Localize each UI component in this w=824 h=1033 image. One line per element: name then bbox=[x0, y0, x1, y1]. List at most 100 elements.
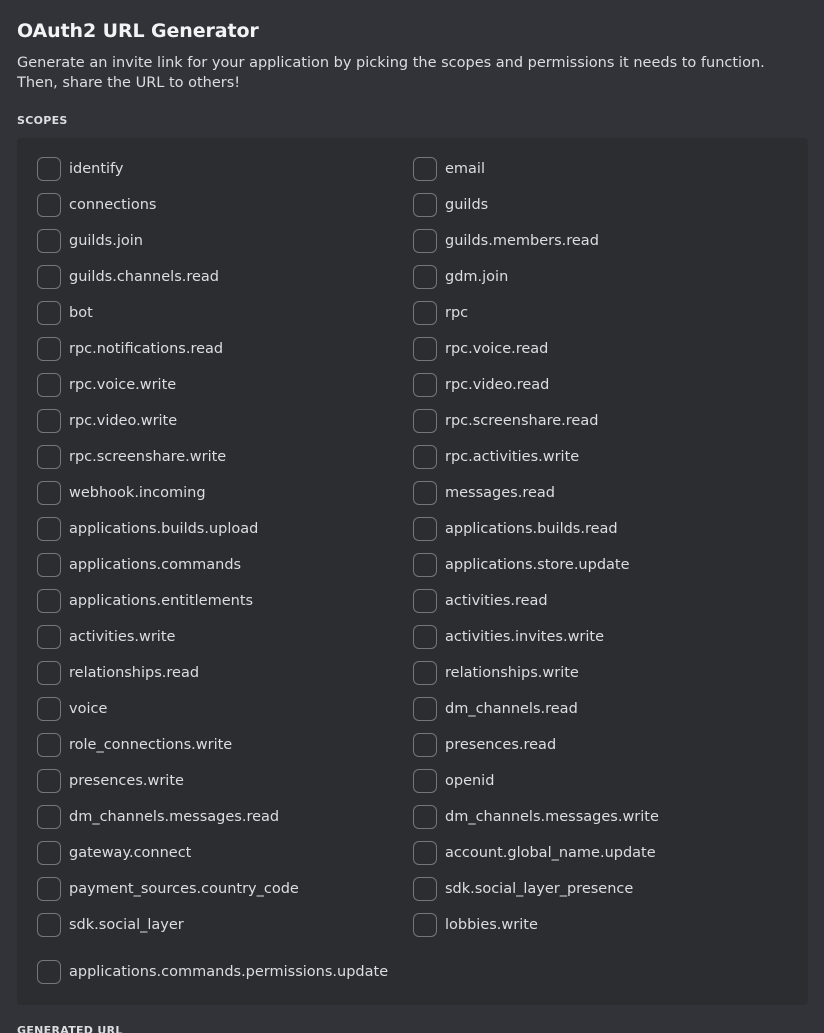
scope-checkbox[interactable] bbox=[413, 625, 437, 649]
scope-item-gateway-connect[interactable]: gateway.connect bbox=[37, 841, 191, 865]
scope-label: rpc.voice.write bbox=[69, 377, 177, 393]
scope-checkbox[interactable] bbox=[37, 445, 61, 469]
scope-checkbox[interactable] bbox=[37, 193, 61, 217]
scope-item-webhook-incoming[interactable]: webhook.incoming bbox=[37, 481, 206, 505]
scope-item-dm-channels-read[interactable]: dm_channels.read bbox=[413, 697, 578, 721]
scope-checkbox[interactable] bbox=[37, 877, 61, 901]
scope-checkbox[interactable] bbox=[37, 769, 61, 793]
scope-item-applications-commands[interactable]: applications.commands bbox=[37, 553, 241, 577]
scope-item-voice[interactable]: voice bbox=[37, 697, 107, 721]
scope-item-rpc-notifications-read[interactable]: rpc.notifications.read bbox=[37, 337, 223, 361]
scope-item-applications-builds-read[interactable]: applications.builds.read bbox=[413, 517, 618, 541]
scope-checkbox[interactable] bbox=[37, 661, 61, 685]
scope-item-openid[interactable]: openid bbox=[413, 769, 494, 793]
scope-item-gdm-join[interactable]: gdm.join bbox=[413, 265, 508, 289]
scope-item-relationships-read[interactable]: relationships.read bbox=[37, 661, 199, 685]
scope-item-sdk-social-layer-presence[interactable]: sdk.social_layer_presence bbox=[413, 877, 633, 901]
scope-checkbox[interactable] bbox=[413, 553, 437, 577]
scope-label: gateway.connect bbox=[69, 845, 192, 861]
scope-item-rpc-activities-write[interactable]: rpc.activities.write bbox=[413, 445, 579, 469]
scope-checkbox[interactable] bbox=[413, 733, 437, 757]
scope-item-guilds[interactable]: guilds bbox=[413, 193, 488, 217]
scope-checkbox[interactable] bbox=[413, 697, 437, 721]
scope-checkbox[interactable] bbox=[37, 553, 61, 577]
scope-checkbox[interactable] bbox=[37, 733, 61, 757]
scope-checkbox[interactable] bbox=[413, 913, 437, 937]
scope-checkbox[interactable] bbox=[37, 625, 61, 649]
scope-item-rpc[interactable]: rpc bbox=[413, 301, 468, 325]
scope-item-presences-write[interactable]: presences.write bbox=[37, 769, 184, 793]
scope-checkbox[interactable] bbox=[37, 229, 61, 253]
scope-item-activities-read[interactable]: activities.read bbox=[413, 589, 548, 613]
scope-item-rpc-screenshare-write[interactable]: rpc.screenshare.write bbox=[37, 445, 226, 469]
scope-item-guilds-channels-read[interactable]: guilds.channels.read bbox=[37, 265, 219, 289]
scope-item-applications-commands-permissions-update[interactable]: applications.commands.permissions.update bbox=[37, 960, 388, 984]
scope-label: email bbox=[445, 161, 485, 177]
scope-checkbox[interactable] bbox=[413, 445, 437, 469]
scope-checkbox[interactable] bbox=[37, 157, 61, 181]
scope-checkbox[interactable] bbox=[413, 157, 437, 181]
scope-checkbox[interactable] bbox=[37, 265, 61, 289]
scope-item-email[interactable]: email bbox=[413, 157, 485, 181]
scope-item-activities-write[interactable]: activities.write bbox=[37, 625, 175, 649]
scope-checkbox[interactable] bbox=[37, 697, 61, 721]
scope-checkbox[interactable] bbox=[37, 960, 61, 984]
scope-checkbox[interactable] bbox=[37, 373, 61, 397]
scope-item-identify[interactable]: identify bbox=[37, 157, 124, 181]
scope-item-sdk-social-layer[interactable]: sdk.social_layer bbox=[37, 913, 184, 937]
scope-item-applications-store-update[interactable]: applications.store.update bbox=[413, 553, 630, 577]
scope-item-rpc-voice-write[interactable]: rpc.voice.write bbox=[37, 373, 176, 397]
generated-url-section-label-peek: GENERATED URL bbox=[17, 1024, 157, 1033]
scope-checkbox[interactable] bbox=[37, 589, 61, 613]
scope-item-lobbies-write[interactable]: lobbies.write bbox=[413, 913, 538, 937]
scope-item-dm-channels-messages-write[interactable]: dm_channels.messages.write bbox=[413, 805, 659, 829]
scope-checkbox[interactable] bbox=[37, 805, 61, 829]
scope-checkbox[interactable] bbox=[413, 481, 437, 505]
scope-checkbox[interactable] bbox=[37, 409, 61, 433]
scope-item-account-global-name-update[interactable]: account.global_name.update bbox=[413, 841, 656, 865]
scope-item-dm-channels-messages-read[interactable]: dm_channels.messages.read bbox=[37, 805, 279, 829]
scope-checkbox[interactable] bbox=[413, 805, 437, 829]
scope-checkbox[interactable] bbox=[413, 769, 437, 793]
scope-checkbox[interactable] bbox=[37, 517, 61, 541]
scope-checkbox[interactable] bbox=[37, 337, 61, 361]
scope-label: activities.write bbox=[69, 629, 176, 645]
scope-checkbox[interactable] bbox=[413, 301, 437, 325]
scope-checkbox[interactable] bbox=[37, 913, 61, 937]
scope-checkbox[interactable] bbox=[413, 337, 437, 361]
scope-label: guilds bbox=[445, 197, 489, 213]
scope-checkbox[interactable] bbox=[413, 193, 437, 217]
oauth2-url-generator-page: OAuth2 URL Generator Generate an invite … bbox=[0, 0, 824, 1033]
scope-item-activities-invites-write[interactable]: activities.invites.write bbox=[413, 625, 604, 649]
scope-checkbox[interactable] bbox=[413, 841, 437, 865]
scope-item-messages-read[interactable]: messages.read bbox=[413, 481, 555, 505]
scope-item-rpc-voice-read[interactable]: rpc.voice.read bbox=[413, 337, 548, 361]
scope-checkbox[interactable] bbox=[413, 877, 437, 901]
scope-item-presences-read[interactable]: presences.read bbox=[413, 733, 556, 757]
scope-item-rpc-screenshare-read[interactable]: rpc.screenshare.read bbox=[413, 409, 598, 433]
scope-checkbox[interactable] bbox=[413, 229, 437, 253]
scope-item-applications-builds-upload[interactable]: applications.builds.upload bbox=[37, 517, 258, 541]
scope-item-payment-sources-country-code[interactable]: payment_sources.country_code bbox=[37, 877, 299, 901]
scope-checkbox[interactable] bbox=[37, 481, 61, 505]
scope-item-guilds-join[interactable]: guilds.join bbox=[37, 229, 143, 253]
scope-item-rpc-video-write[interactable]: rpc.video.write bbox=[37, 409, 177, 433]
scope-checkbox[interactable] bbox=[413, 265, 437, 289]
scope-checkbox[interactable] bbox=[413, 589, 437, 613]
scope-checkbox[interactable] bbox=[37, 301, 61, 325]
scope-label: messages.read bbox=[445, 485, 555, 501]
scope-item-rpc-video-read[interactable]: rpc.video.read bbox=[413, 373, 549, 397]
scope-checkbox[interactable] bbox=[413, 517, 437, 541]
scope-checkbox[interactable] bbox=[37, 841, 61, 865]
scope-item-applications-entitlements[interactable]: applications.entitlements bbox=[37, 589, 253, 613]
scope-checkbox[interactable] bbox=[413, 661, 437, 685]
scope-label: guilds.channels.read bbox=[69, 269, 220, 285]
scope-item-connections[interactable]: connections bbox=[37, 193, 156, 217]
scope-checkbox[interactable] bbox=[413, 373, 437, 397]
scope-item-relationships-write[interactable]: relationships.write bbox=[413, 661, 579, 685]
scope-item-guilds-members-read[interactable]: guilds.members.read bbox=[413, 229, 599, 253]
scope-label: applications.commands bbox=[69, 557, 242, 573]
scope-item-bot[interactable]: bot bbox=[37, 301, 93, 325]
scope-checkbox[interactable] bbox=[413, 409, 437, 433]
scope-item-role-connections-write[interactable]: role_connections.write bbox=[37, 733, 232, 757]
